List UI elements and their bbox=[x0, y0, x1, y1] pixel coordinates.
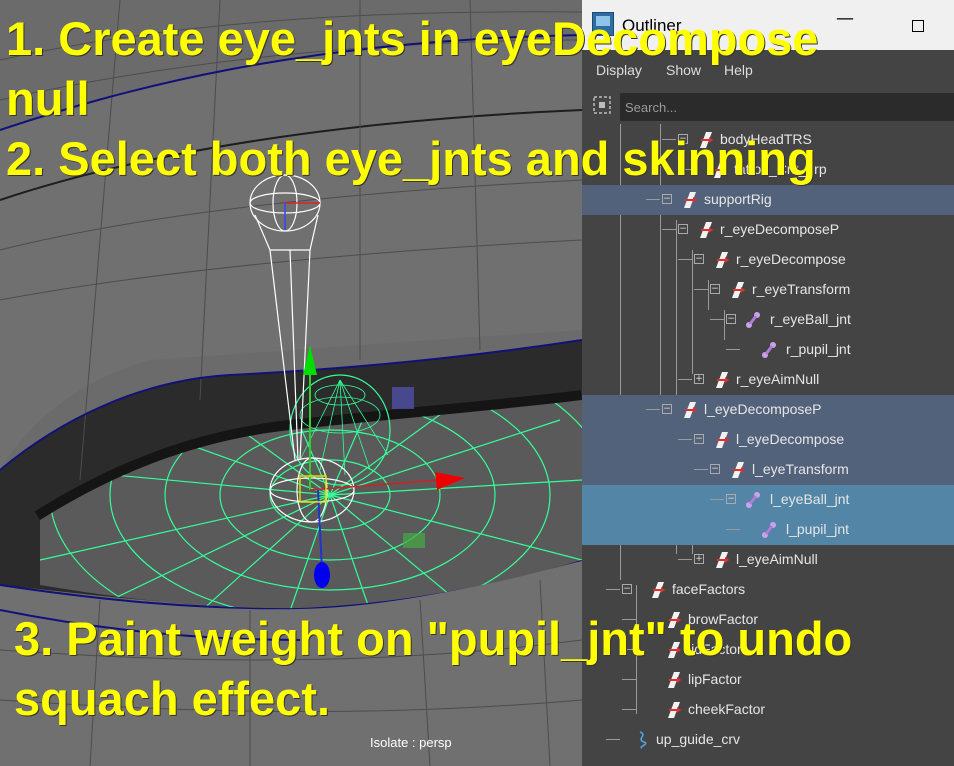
joint-icon bbox=[762, 522, 776, 538]
tree-connector bbox=[606, 589, 620, 590]
transform-icon bbox=[716, 552, 729, 568]
outliner-item-label: l_eyeDecompose bbox=[736, 431, 845, 447]
transform-icon bbox=[668, 672, 681, 688]
collapse-icon[interactable]: − bbox=[694, 254, 704, 264]
transform-icon bbox=[716, 252, 729, 268]
outliner-item-label: r_eyeBall_jnt bbox=[770, 311, 851, 327]
tree-connector bbox=[646, 199, 660, 200]
outliner-item-r-eyeTransform[interactable]: − r_eyeTransform bbox=[582, 275, 954, 305]
tree-connector bbox=[678, 559, 692, 560]
maximize-icon[interactable] bbox=[912, 20, 924, 32]
transform-icon bbox=[700, 222, 713, 238]
outliner-item-label: supportRig bbox=[704, 191, 772, 207]
collapse-icon[interactable]: − bbox=[710, 284, 720, 294]
outliner-item-faceFactors[interactable]: − faceFactors bbox=[582, 575, 954, 605]
outliner-item-l-eyeTransform[interactable]: − l_eyeTransform bbox=[582, 455, 954, 485]
tree-connector bbox=[710, 499, 724, 500]
tree-connector bbox=[662, 229, 676, 230]
annotation-step3: 3. Paint weight on "pupil_jnt" to undo bbox=[14, 612, 853, 665]
outliner-item-l-eyeDecomposeP[interactable]: − l_eyeDecomposeP bbox=[582, 395, 954, 425]
tree-connector bbox=[606, 739, 620, 740]
transform-icon bbox=[732, 282, 745, 298]
outliner-item-up-guide-crv[interactable]: up_guide_crv bbox=[582, 725, 954, 755]
outliner-tree: − bodyHeadTRS tattoo_Cnt_grp − supportRig − r_… bbox=[582, 124, 954, 766]
outliner-item-r-eyeAimNull[interactable]: + r_eyeAimNull bbox=[582, 365, 954, 395]
outliner-item-label: l_eyeDecomposeP bbox=[704, 401, 822, 417]
outliner-item-lipFactor[interactable]: lipFactor bbox=[582, 665, 954, 695]
annotation-step3-cont: squach effect. bbox=[14, 672, 331, 725]
collapse-icon[interactable]: − bbox=[662, 194, 672, 204]
outliner-item-label: r_eyeTransform bbox=[752, 281, 851, 297]
tree-connector bbox=[726, 349, 740, 350]
tree-connector bbox=[646, 409, 660, 410]
outliner-item-r-pupil-jnt[interactable]: r_pupil_jnt bbox=[582, 335, 954, 365]
tree-connector bbox=[710, 319, 724, 320]
collapse-icon[interactable]: − bbox=[694, 434, 704, 444]
outliner-item-label: r_eyeDecompose bbox=[736, 251, 846, 267]
collapse-icon[interactable]: − bbox=[678, 224, 688, 234]
tree-connector bbox=[726, 529, 740, 530]
tree-connector bbox=[678, 379, 692, 380]
collapse-icon[interactable]: − bbox=[726, 494, 736, 504]
joint-icon bbox=[746, 492, 760, 508]
annotation-step1: 1. Create eye_jnts in eyeDecompose bbox=[6, 12, 819, 65]
collapse-icon[interactable]: − bbox=[662, 404, 672, 414]
curve-icon bbox=[639, 731, 647, 749]
search-input[interactable] bbox=[620, 93, 954, 121]
outliner-item-label: r_eyeAimNull bbox=[736, 371, 820, 387]
annotation-step2: 2. Select both eye_jnts and skinning bbox=[6, 132, 816, 185]
expand-icon[interactable]: + bbox=[694, 374, 704, 384]
collapse-icon[interactable]: − bbox=[726, 314, 736, 324]
transform-icon bbox=[652, 582, 665, 598]
transform-icon bbox=[732, 462, 745, 478]
collapse-icon[interactable]: − bbox=[622, 584, 632, 594]
filter-icon[interactable] bbox=[592, 95, 612, 115]
outliner-item-label: cheekFactor bbox=[688, 701, 766, 717]
camera-label: Isolate : persp bbox=[370, 735, 452, 750]
outliner-item-l-eyeAimNull[interactable]: + l_eyeAimNull bbox=[582, 545, 954, 575]
outliner-item-supportRig[interactable]: − supportRig bbox=[582, 185, 954, 215]
outliner-item-l-pupil-jnt[interactable]: l_pupil_jnt bbox=[582, 515, 954, 545]
outliner-item-label: l_eyeBall_jnt bbox=[770, 491, 850, 507]
outliner-item-l-eyeDecompose[interactable]: − l_eyeDecompose bbox=[582, 425, 954, 455]
tree-connector bbox=[622, 709, 636, 710]
transform-icon bbox=[716, 432, 729, 448]
outliner-item-r-eyeDecompose[interactable]: − r_eyeDecompose bbox=[582, 245, 954, 275]
outliner-item-label: r_eyeDecomposeP bbox=[720, 221, 840, 237]
joint-icon bbox=[762, 342, 776, 358]
tree-connector bbox=[678, 259, 692, 260]
tree-connector bbox=[694, 289, 708, 290]
tree-connector bbox=[678, 439, 692, 440]
outliner-item-label: faceFactors bbox=[672, 581, 746, 597]
transform-icon bbox=[684, 402, 697, 418]
collapse-icon[interactable]: − bbox=[710, 464, 720, 474]
outliner-item-label: r_pupil_jnt bbox=[786, 341, 851, 357]
transform-icon bbox=[716, 372, 729, 388]
expand-icon[interactable]: + bbox=[694, 554, 704, 564]
outliner-item-label: lipFactor bbox=[688, 671, 742, 687]
annotation-step1-cont: null bbox=[6, 72, 90, 125]
outliner-item-cheekFactor[interactable]: cheekFactor bbox=[582, 695, 954, 725]
tree-connector bbox=[622, 679, 636, 680]
joint-icon bbox=[746, 312, 760, 328]
transform-icon bbox=[668, 702, 681, 718]
minimize-icon[interactable]: — bbox=[836, 8, 854, 32]
outliner-item-r-eyeBall-jnt[interactable]: − r_eyeBall_jnt bbox=[582, 305, 954, 335]
transform-icon bbox=[684, 192, 697, 208]
outliner-item-label: up_guide_crv bbox=[656, 731, 741, 747]
outliner-item-r-eyeDecomposeP[interactable]: − r_eyeDecomposeP bbox=[582, 215, 954, 245]
search-row bbox=[582, 90, 954, 124]
outliner-item-label: l_pupil_jnt bbox=[786, 521, 850, 537]
outliner-item-l-eyeBall-jnt[interactable]: − l_eyeBall_jnt bbox=[582, 485, 954, 515]
outliner-item-label: l_eyeTransform bbox=[752, 461, 849, 477]
outliner-item-label: l_eyeAimNull bbox=[736, 551, 818, 567]
tree-connector bbox=[694, 469, 708, 470]
